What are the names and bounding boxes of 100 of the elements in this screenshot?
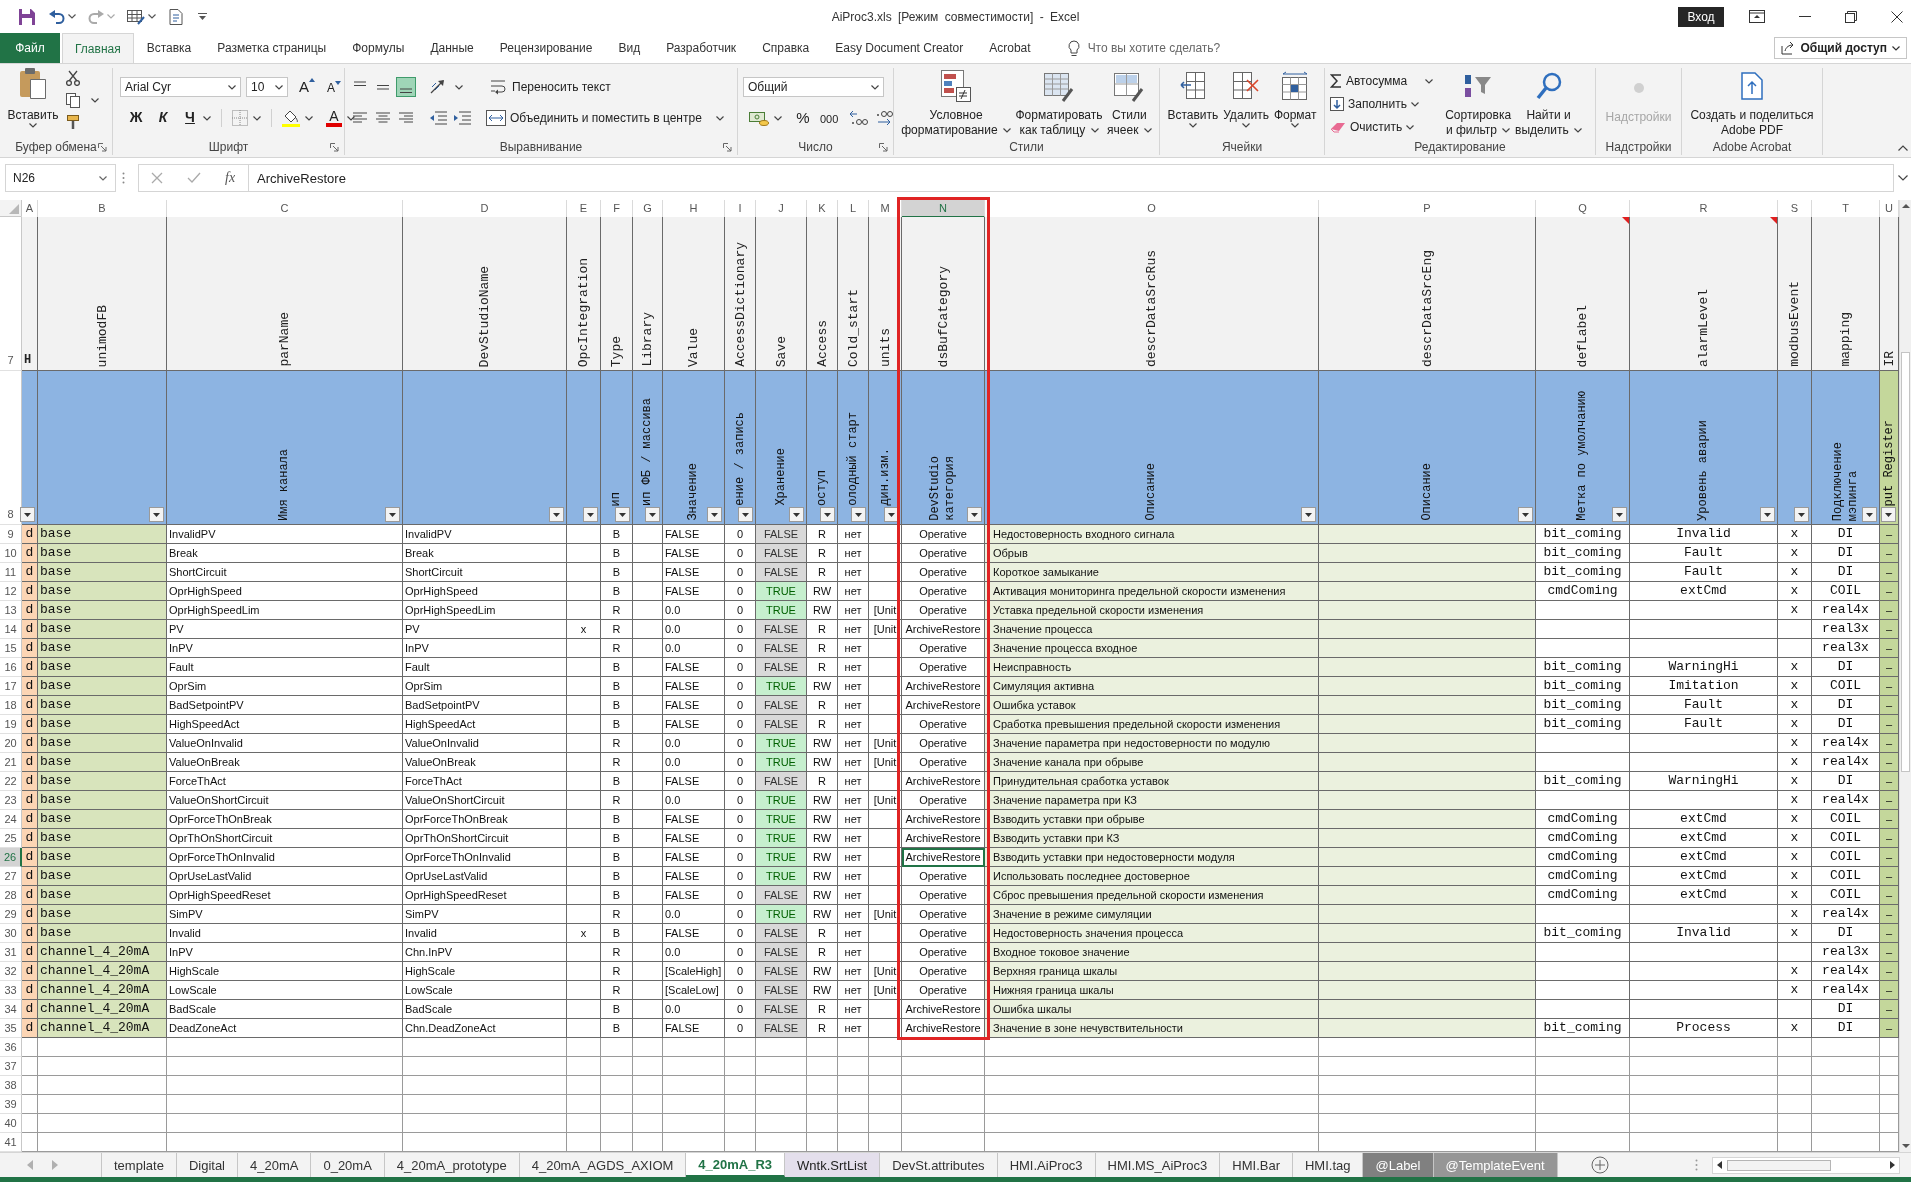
ribbon-tab[interactable]: Easy Document Creator: [822, 33, 977, 63]
ribbon-tab[interactable]: Рецензирование: [486, 33, 606, 63]
dialog-launcher-icon[interactable]: [98, 143, 107, 152]
ribbon-tab[interactable]: Вид: [605, 33, 654, 63]
ribbon-tab[interactable]: Вставка: [133, 33, 205, 63]
row-header[interactable]: 35: [0, 1019, 22, 1038]
row-header[interactable]: 12: [0, 582, 22, 601]
row-header[interactable]: 32: [0, 962, 22, 981]
filter-dropdown-icon[interactable]: [615, 507, 630, 522]
row-header[interactable]: 10: [0, 544, 22, 563]
sheet-tab[interactable]: 4_20mA_R3: [686, 1153, 786, 1177]
filter-dropdown-icon[interactable]: [549, 507, 564, 522]
sign-in-button[interactable]: Вход: [1678, 6, 1724, 27]
row-header[interactable]: 41: [0, 1133, 22, 1152]
column-header[interactable]: A: [22, 200, 38, 218]
row-header[interactable]: 27: [0, 867, 22, 886]
row-header[interactable]: 8: [0, 371, 22, 525]
caret-icon[interactable]: [203, 115, 211, 121]
copy-icon[interactable]: [65, 92, 81, 108]
filter-dropdown-icon[interactable]: [385, 507, 400, 522]
shrink-font-button[interactable]: A: [326, 77, 342, 97]
document-icon[interactable]: [168, 8, 184, 25]
increase-decimal-icon[interactable]: [849, 110, 870, 126]
customize-icon[interactable]: [198, 12, 207, 21]
filter-dropdown-icon[interactable]: [738, 507, 753, 522]
ribbon-tab[interactable]: Acrobat: [976, 33, 1044, 63]
filter-dropdown-icon[interactable]: [645, 507, 660, 522]
row-header[interactable]: 11: [0, 563, 22, 582]
row-header[interactable]: 21: [0, 753, 22, 772]
caret-icon[interactable]: [774, 115, 782, 121]
row-header[interactable]: 40: [0, 1114, 22, 1133]
restore-icon[interactable]: [1845, 10, 1857, 23]
wrap-text-button[interactable]: Переносить текст: [490, 76, 611, 98]
filter-dropdown-icon[interactable]: [1794, 507, 1809, 522]
dialog-launcher-icon[interactable]: [879, 143, 888, 152]
bold-button[interactable]: Ж: [128, 108, 144, 128]
filter-dropdown-icon[interactable]: [967, 507, 982, 522]
row-header[interactable]: 39: [0, 1095, 22, 1114]
row-header[interactable]: 31: [0, 943, 22, 962]
row-header[interactable]: 36: [0, 1038, 22, 1057]
row-header[interactable]: 7: [0, 217, 22, 371]
paste-button[interactable]: Вставить: [5, 68, 61, 128]
insert-function-button[interactable]: fx: [225, 170, 236, 186]
filter-dropdown-icon[interactable]: [820, 507, 835, 522]
caret-icon[interactable]: [455, 84, 463, 90]
ribbon-tab[interactable]: Данные: [417, 33, 487, 63]
create-pdf-button[interactable]: Создать и поделиться Adobe PDF: [1688, 68, 1816, 138]
ribbon-tab[interactable]: Справка: [749, 33, 823, 63]
column-header[interactable]: N: [902, 200, 985, 218]
collapse-ribbon-icon[interactable]: [1898, 145, 1908, 151]
filter-dropdown-icon[interactable]: [1862, 507, 1877, 522]
undo-icon[interactable]: [49, 9, 65, 24]
conditional-formatting-button[interactable]: Условное форматирование: [899, 68, 1013, 138]
underline-button[interactable]: Ч: [182, 108, 198, 128]
share-button[interactable]: Общий доступ: [1774, 37, 1907, 59]
row-header[interactable]: 29: [0, 905, 22, 924]
row-header[interactable]: 37: [0, 1057, 22, 1076]
row-header[interactable]: 19: [0, 715, 22, 734]
find-select-button[interactable]: Найти и выделить: [1513, 68, 1585, 138]
row-header[interactable]: 17: [0, 677, 22, 696]
name-box[interactable]: N26: [5, 164, 116, 192]
caret-icon[interactable]: [347, 115, 355, 121]
caret-icon[interactable]: [91, 97, 99, 103]
horizontal-scrollbar[interactable]: [1712, 1156, 1900, 1174]
row-header[interactable]: 15: [0, 639, 22, 658]
row-header[interactable]: 22: [0, 772, 22, 791]
clear-button[interactable]: Очистить: [1330, 116, 1434, 138]
dialog-launcher-icon[interactable]: [723, 143, 732, 152]
row-header[interactable]: 14: [0, 620, 22, 639]
filter-dropdown-icon[interactable]: [884, 507, 899, 522]
close-icon[interactable]: [1891, 10, 1903, 23]
ribbon-tab[interactable]: Главная: [62, 33, 134, 63]
merge-center-button[interactable]: Объединить и поместить в центре: [486, 107, 724, 129]
dialog-launcher-icon[interactable]: [330, 143, 339, 152]
number-format-dropdown[interactable]: Общий: [743, 77, 884, 97]
row-header[interactable]: 34: [0, 1000, 22, 1019]
row-header[interactable]: 26: [0, 848, 22, 867]
formula-field[interactable]: ArchiveRestore: [248, 164, 1894, 192]
grow-font-button[interactable]: A: [299, 77, 315, 97]
filter-dropdown-icon[interactable]: [1881, 507, 1896, 522]
caret-icon[interactable]: [148, 14, 156, 19]
row-header[interactable]: 25: [0, 829, 22, 848]
filter-dropdown-icon[interactable]: [1518, 507, 1533, 522]
cell-styles-button[interactable]: Стили ячеек: [1105, 68, 1154, 138]
caret-icon[interactable]: [253, 115, 261, 121]
ribbon-tab[interactable]: Формулы: [339, 33, 418, 63]
filter-dropdown-icon[interactable]: [707, 507, 722, 522]
sort-filter-button[interactable]: Сортировка и фильтр: [1443, 68, 1514, 138]
splitter-icon[interactable]: [1695, 1159, 1698, 1171]
row-header[interactable]: 24: [0, 810, 22, 829]
more-options-icon[interactable]: [122, 172, 125, 184]
fill-button[interactable]: Заполнить: [1330, 93, 1434, 115]
save-icon[interactable]: [19, 8, 35, 25]
font-color-button[interactable]: A: [326, 109, 342, 127]
ribbon-tab[interactable]: Разработчик: [653, 33, 750, 63]
fill-color-icon[interactable]: [282, 109, 300, 127]
align-bottom-icon[interactable]: [396, 77, 416, 97]
scroll-left-icon[interactable]: [1716, 1160, 1724, 1170]
caret-icon[interactable]: [68, 14, 76, 19]
row-header[interactable]: 16: [0, 658, 22, 677]
